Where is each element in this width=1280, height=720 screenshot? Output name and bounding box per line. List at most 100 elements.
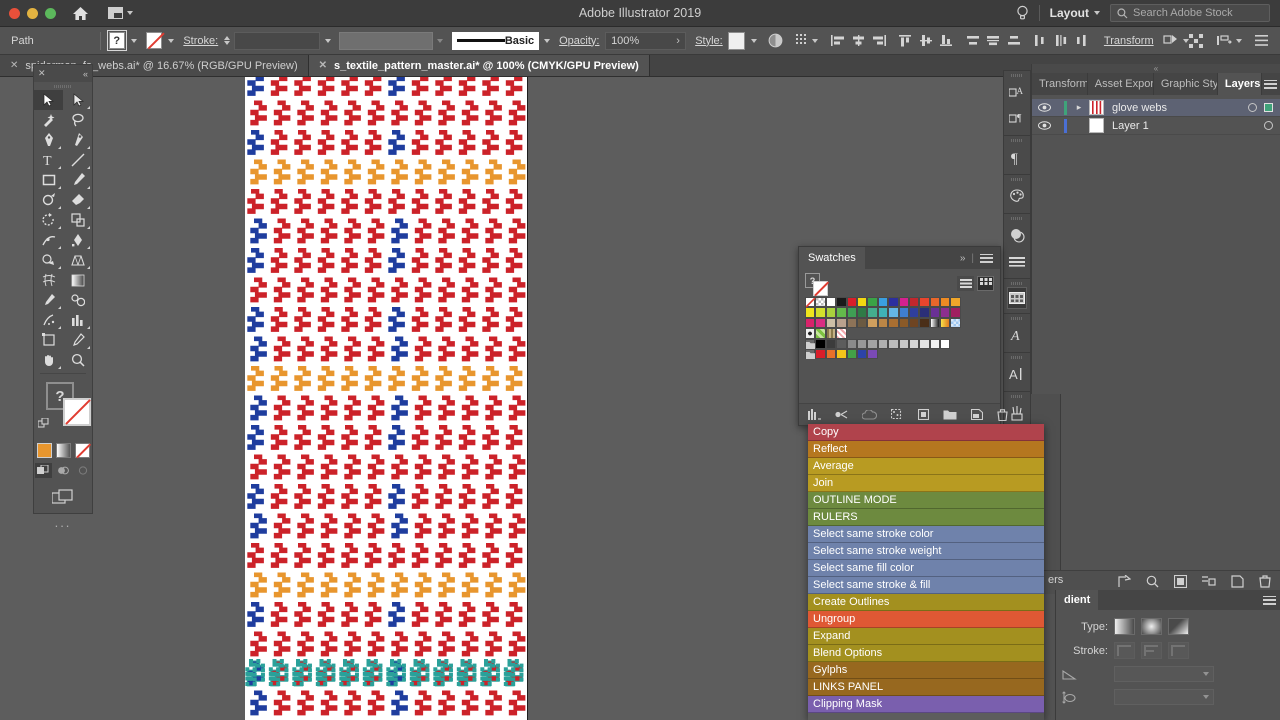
action-list-item[interactable]: Ungroup [808,611,1044,628]
swatch-cell[interactable] [857,349,867,359]
pattern-swatch-cell[interactable] [836,328,846,338]
swatch-cell[interactable] [847,297,857,307]
graphic-style-swatch[interactable] [728,32,745,50]
arrange-dropdown-icon[interactable] [1236,39,1242,43]
swatch-cell[interactable] [836,318,846,328]
swatch-cell[interactable] [909,297,919,307]
anchor-point[interactable] [527,672,528,676]
color-group-icon[interactable] [943,409,957,420]
swatch-cell[interactable] [826,318,836,328]
stroke-weight-stepper[interactable] [224,36,230,45]
close-window-button[interactable] [9,8,20,19]
radial-gradient-icon[interactable] [1141,618,1162,635]
anchor-point[interactable] [527,667,528,671]
shaper-icon[interactable] [1163,34,1179,47]
arrange-documents-grid-icon[interactable] [1189,34,1203,48]
swatch-cell[interactable] [826,307,836,317]
shaper-tool[interactable] [34,190,63,210]
magic-wand-tool[interactable] [34,110,63,130]
rotate-tool[interactable] [34,210,63,230]
layer-thumbnail[interactable] [1089,100,1104,115]
new-layer-icon[interactable] [1231,575,1244,588]
more-options-icon[interactable] [1255,35,1268,46]
grid-view-icon[interactable] [977,276,994,291]
swatch-cell[interactable] [847,307,857,317]
swatch-cell[interactable] [950,307,960,317]
paintbrush-tool[interactable] [63,170,92,190]
swatch-cell[interactable] [899,307,909,317]
anchor-point[interactable] [527,682,528,686]
width-profile-dropdown-icon[interactable] [437,39,443,43]
color-theme-icon[interactable] [862,410,877,420]
brush-dropdown-icon[interactable] [544,39,550,43]
action-list-item[interactable]: OUTLINE MODE [808,492,1044,509]
document-tab-1[interactable]: ✕ s_textile_pattern_master.ai* @ 100% (C… [309,55,650,76]
lightbulb-icon[interactable] [1016,5,1029,21]
swatch-cell[interactable] [940,339,950,349]
make-clipping-mask-icon[interactable] [1174,575,1187,588]
swatch-libraries-icon[interactable] [808,409,821,420]
edit-toolbar-button[interactable]: ... [34,515,92,530]
tab-layers[interactable]: Layers [1218,73,1262,95]
pattern-swatch-cell[interactable] [826,328,836,338]
swatch-cell[interactable] [888,307,898,317]
layer-thumbnail[interactable] [1089,118,1104,133]
edit-colors-icon[interactable] [891,409,904,420]
swatch-cell[interactable] [888,297,898,307]
tab-transform[interactable]: Transform [1032,73,1088,95]
swatch-cell[interactable] [857,297,867,307]
swatch-cell[interactable] [836,307,846,317]
new-swatch-icon[interactable] [971,409,983,420]
swatch-cell[interactable] [919,307,929,317]
swatch-cell[interactable] [826,349,836,359]
column-graph-tool[interactable] [63,310,92,330]
type-tool[interactable]: T [34,150,63,170]
swatch-cell[interactable] [940,307,950,317]
scale-tool[interactable] [63,210,92,230]
gradient-swatch-icon[interactable] [56,443,71,458]
panel-grip[interactable] [1011,217,1023,220]
action-list-item[interactable]: Copy [808,424,1044,441]
swatch-cell[interactable] [826,339,836,349]
show-swatch-kinds-icon[interactable] [835,409,848,420]
swatch-cell[interactable] [826,297,836,307]
create-sublayer-icon[interactable] [1202,575,1216,588]
panel-grip[interactable] [1011,356,1023,359]
swatch-cell[interactable] [909,307,919,317]
chevron-right-icon[interactable]: ▸ [1072,102,1086,113]
panel-grip[interactable] [54,85,72,88]
swatch-cell[interactable] [919,339,929,349]
stroke-within-gradient-icon[interactable] [1114,642,1135,659]
tab-gradient[interactable]: dient [1056,590,1098,610]
grid-options-icon[interactable] [796,34,810,47]
swatch-cell[interactable] [867,297,877,307]
opacity-label[interactable]: Opacity: [559,35,599,47]
pattern-swatch-cell[interactable] [950,318,960,328]
swatch-cell[interactable] [815,307,825,317]
eye-icon[interactable] [1032,103,1056,112]
layer-row-glove-webs[interactable]: ▸ glove webs [1032,99,1280,117]
stroke-weight-field[interactable] [234,32,320,50]
style-dropdown-icon[interactable] [751,39,757,43]
swatch-cell[interactable] [930,297,940,307]
registration-swatch-cell[interactable] [815,297,825,307]
pattern-group[interactable] [247,77,528,720]
minimize-window-button[interactable] [27,8,38,19]
layer-name[interactable]: glove webs [1112,102,1167,114]
gradient-swatch-cell[interactable] [940,318,950,328]
tab-graphic-styles[interactable]: Graphic Styl [1154,73,1218,95]
opacity-flyout-icon[interactable]: › [676,35,680,47]
action-list-item[interactable]: Clipping Mask [808,696,1044,713]
swatch-cell[interactable] [899,297,909,307]
blend-tool[interactable] [63,290,92,310]
swatch-cell[interactable] [867,318,877,328]
panel-menu-icon[interactable] [1258,590,1280,610]
swatch-cell[interactable] [867,339,877,349]
swatch-cell[interactable] [930,339,940,349]
distribute-center-icon[interactable] [986,33,1003,49]
align-top-icon[interactable] [897,33,914,49]
linear-gradient-icon[interactable] [1114,618,1135,635]
transform-label[interactable]: Transform [1104,35,1154,47]
pattern-swatch-cell[interactable] [815,328,825,338]
collapse-panel-icon[interactable]: « [1032,64,1280,73]
